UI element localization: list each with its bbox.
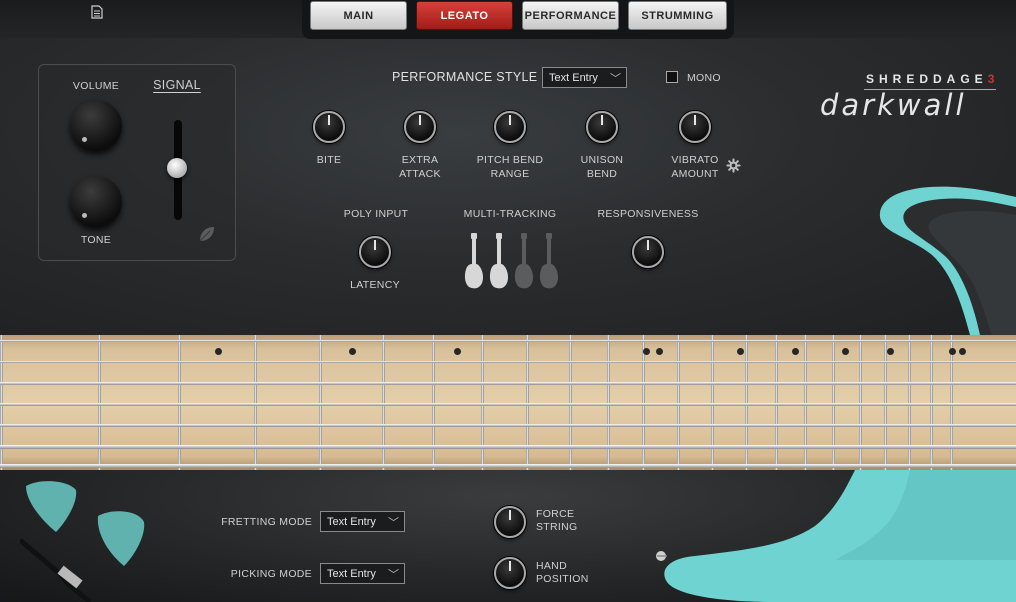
responsiveness-knob[interactable] [632, 236, 664, 268]
multi-tracking-label: MULTI-TRACKING [463, 208, 557, 220]
bite-label: BITE [316, 154, 342, 166]
mono-checkbox[interactable] [666, 71, 678, 83]
fret-inlay [792, 348, 799, 355]
fret-inlay [643, 348, 650, 355]
chevron-down-icon: ﹀ [388, 569, 399, 581]
performance-style-value: Text Entry [549, 71, 598, 84]
fret-inlay [959, 348, 966, 355]
hand-position-label-line1: HAND [536, 560, 567, 572]
guitar-string[interactable] [0, 445, 1016, 449]
extra-attack-label-line1: EXTRA [401, 154, 439, 166]
chevron-down-icon: ﹀ [388, 517, 399, 529]
fret-inlay [656, 348, 663, 355]
guitar-string[interactable] [0, 424, 1016, 427]
latency-label: LATENCY [350, 279, 400, 291]
hand-position-knob[interactable] [494, 557, 526, 589]
brand-logo-main: darkwall [820, 88, 967, 122]
fret-inlay [737, 348, 744, 355]
guitar-string[interactable] [0, 382, 1016, 385]
hand-position-label-line2: POSITION [536, 573, 589, 585]
performance-style-label: PERFORMANCE STYLE [392, 70, 538, 84]
picking-mode-value: Text Entry [327, 567, 376, 580]
extra-attack-knob[interactable] [404, 111, 436, 143]
signal-slider-thumb[interactable] [167, 158, 187, 178]
latency-knob[interactable] [359, 236, 391, 268]
guitar-body-upper-image [879, 186, 1016, 340]
bite-knob[interactable] [313, 111, 345, 143]
pitch-bend-label-line1: PITCH BEND [476, 154, 544, 166]
fret-inlay [949, 348, 956, 355]
document-icon[interactable] [91, 5, 103, 19]
unison-bend-label-line2: BEND [586, 168, 618, 180]
performance-style-dropdown[interactable]: Text Entry ﹀ [542, 67, 627, 88]
tab-main[interactable]: MAIN [310, 1, 407, 30]
vibrato-amount-knob[interactable] [679, 111, 711, 143]
tab-legato[interactable]: LEGATO [416, 1, 513, 30]
brand-logo-top: SHREDDAGE3 [866, 72, 1000, 86]
multi-tracking-guitar-3-icon[interactable] [513, 233, 535, 289]
chevron-down-icon: ﹀ [610, 73, 621, 85]
guitar-string[interactable] [0, 403, 1016, 406]
multi-tracking-guitar-4-icon[interactable] [538, 233, 560, 289]
tab-strumming[interactable]: STRUMMING [628, 1, 727, 30]
fret-inlay [887, 348, 894, 355]
guitar-picks-image [20, 481, 145, 602]
unison-bend-knob[interactable] [586, 111, 618, 143]
volume-knob[interactable] [70, 100, 122, 152]
responsiveness-label: RESPONSIVENESS [597, 208, 699, 220]
force-string-label-line1: FORCE [536, 508, 575, 520]
vibrato-amount-label-line1: VIBRATO [671, 154, 719, 166]
poly-input-label: POLY INPUT [343, 208, 409, 220]
guitar-string[interactable] [0, 464, 1016, 468]
fretting-mode-label: FRETTING MODE [221, 516, 312, 528]
unison-bend-label-line1: UNISON [580, 154, 624, 166]
mono-label: MONO [687, 72, 721, 84]
tone-knob[interactable] [70, 176, 122, 228]
leaf-icon[interactable] [197, 224, 217, 244]
picking-mode-label: PICKING MODE [230, 568, 312, 580]
fret-inlay [454, 348, 461, 355]
volume-label: VOLUME [72, 80, 120, 92]
guitar-string[interactable] [0, 361, 1016, 363]
extra-attack-label-line2: ATTACK [399, 168, 441, 180]
picking-mode-dropdown[interactable]: Text Entry ﹀ [320, 563, 405, 584]
guitar-string[interactable] [0, 340, 1016, 342]
fretting-mode-dropdown[interactable]: Text Entry ﹀ [320, 511, 405, 532]
pitch-bend-range-knob[interactable] [494, 111, 526, 143]
tone-label: TONE [80, 234, 112, 246]
force-string-knob[interactable] [494, 506, 526, 538]
fret-inlay [842, 348, 849, 355]
tab-performance[interactable]: PERFORMANCE [522, 1, 619, 30]
multi-tracking-guitar-2-icon[interactable] [488, 233, 510, 289]
pitch-bend-label-line2: RANGE [490, 168, 530, 180]
guitar-body-lower-image [656, 470, 1016, 602]
fret-inlay [349, 348, 356, 355]
gear-icon[interactable] [726, 158, 741, 173]
vibrato-amount-label-line2: AMOUNT [671, 168, 719, 180]
signal-label: SIGNAL [153, 78, 201, 92]
multi-tracking-guitar-1-icon[interactable] [463, 233, 485, 289]
fret-inlay [215, 348, 222, 355]
force-string-label-line2: STRING [536, 521, 578, 533]
fretting-mode-value: Text Entry [327, 515, 376, 528]
